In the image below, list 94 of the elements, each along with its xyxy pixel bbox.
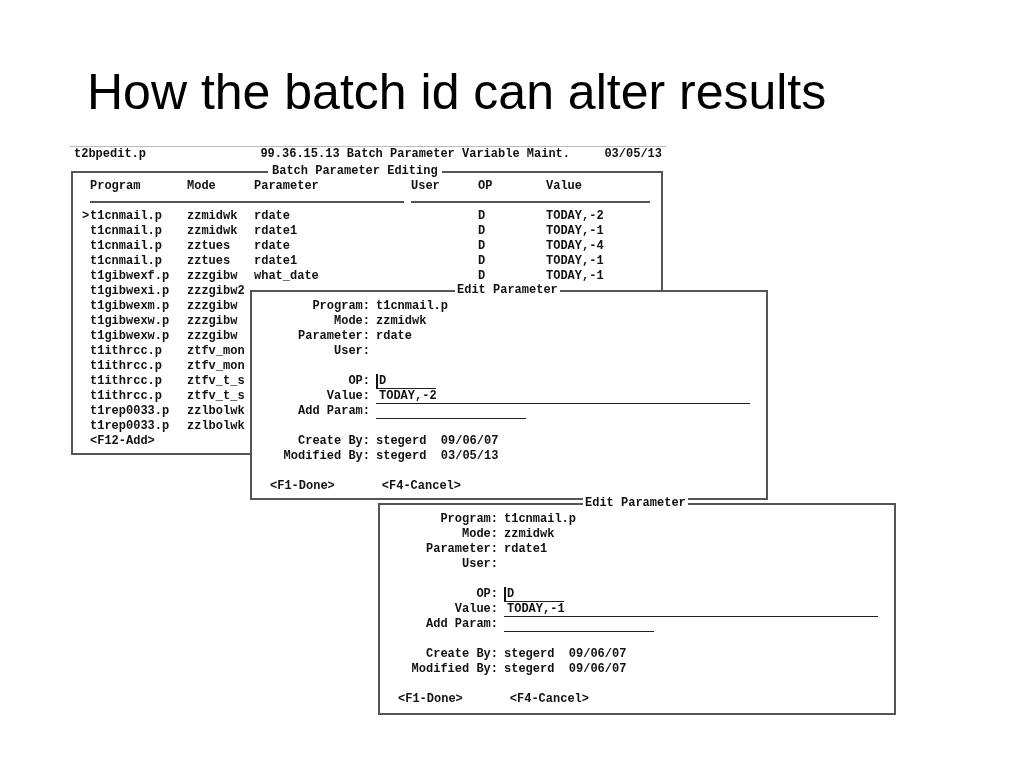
table-cell[interactable]: zzzgibw [187,314,254,329]
field-label: User: [333,344,370,359]
table-cell[interactable]: rdate1 [254,224,411,239]
screen-date: 03/05/13 [604,147,662,163]
field-label: Modified By: [410,662,498,677]
field-label: Parameter: [297,329,370,344]
table-cell[interactable]: TODAY,-2 [546,209,661,224]
table-cell[interactable]: t1cnmail.p [90,239,187,254]
column-header: Parameter [254,179,320,194]
screen-title: 99.36.15.13 Batch Parameter Variable Maint. [260,147,571,163]
field-label: Program: [439,512,498,527]
table-cell[interactable]: t1ithrcc.p [90,359,187,374]
table-cell[interactable]: what_date [254,269,411,284]
field-label: Add Param: [425,617,498,632]
table-cell[interactable]: ztfv_t_s [187,389,254,404]
table-cell[interactable]: ztfv_mon [187,359,254,374]
field-label: Parameter: [425,542,498,557]
field-label: Mode: [461,527,498,542]
field-value: stegerd 09/06/07 [376,434,499,449]
field-label: Mode: [333,314,370,329]
field-label: OP: [475,587,498,602]
row-cursor: > [82,209,90,224]
field-value: stegerd 03/05/13 [376,449,499,464]
column-header: OP [478,179,494,194]
table-cell[interactable]: t1cnmail.p [90,224,187,239]
table-cell[interactable]: rdate [254,209,411,224]
field-value: stegerd 09/06/07 [504,647,627,662]
table-cell[interactable]: t1rep0033.p [90,419,187,434]
done-button[interactable]: <F1-Done> [398,692,463,707]
table-cell[interactable]: TODAY,-4 [546,239,661,254]
table-cell[interactable]: zzlbolwk [187,404,254,419]
cancel-button[interactable]: <F4-Cancel> [509,692,590,707]
table-cell[interactable]: D [478,239,546,254]
frame-title: Batch Parameter Editing [268,164,442,179]
field-label: Modified By: [282,449,370,464]
table-cell[interactable]: t1gibwexw.p [90,314,187,329]
table-cell[interactable]: t1gibwexf.p [90,269,187,284]
column-header: User [411,179,441,194]
table-cell[interactable]: t1cnmail.p [90,209,187,224]
done-button[interactable]: <F1-Done> [270,479,335,494]
table-cell[interactable]: t1ithrcc.p [90,374,187,389]
table-cell[interactable]: zzmidwk [187,224,254,239]
field-value: stegerd 09/06/07 [504,662,627,677]
table-cell[interactable]: t1cnmail.p [90,254,187,269]
table-cell[interactable]: t1ithrcc.p [90,389,187,404]
field-label: Create By: [425,647,498,662]
table-cell[interactable]: zzzgibw [187,299,254,314]
column-header: Program [90,179,142,194]
field-label: Value: [453,602,498,617]
table-cell[interactable]: rdate1 [254,254,411,269]
field-label: Value: [325,389,370,404]
table-cell[interactable]: ztfv_t_s [187,374,254,389]
table-cell[interactable]: zzmidwk [187,209,254,224]
table-cell[interactable]: t1gibwexm.p [90,299,187,314]
table-cell[interactable]: TODAY,-1 [546,224,661,239]
table-cell[interactable]: zzzgibw [187,329,254,344]
field-value: rdate [376,329,412,344]
field-label: User: [461,557,498,572]
table-cell[interactable]: D [478,254,546,269]
table-cell[interactable]: TODAY,-1 [546,269,661,284]
input-field[interactable]: D [376,374,436,389]
field-value: rdate1 [504,542,548,557]
table-cell[interactable]: t1ithrcc.p [90,344,187,359]
table-cell[interactable]: zzlbolwk [187,419,254,434]
program-name: t2bpedit.p [74,147,146,163]
field-value: zzmidwk [376,314,427,329]
field-label: OP: [347,374,370,389]
table-cell[interactable]: TODAY,-1 [546,254,661,269]
input-field[interactable]: TODAY,-1 [504,602,878,617]
column-header: Value [546,179,583,194]
slide-title: How the batch id can alter results [87,63,827,122]
table-cell[interactable]: zztues [187,239,254,254]
table-cell[interactable]: t1gibwexi.p [90,284,187,299]
table-cell[interactable]: zzzgibw2 [187,284,254,299]
add-key-hint[interactable]: <F12-Add> [90,434,155,448]
field-label: Create By: [297,434,370,449]
table-cell[interactable]: D [478,269,546,284]
field-value: t1cnmail.p [376,299,448,314]
field-value: t1cnmail.p [504,512,576,527]
input-field[interactable]: D [504,587,564,602]
field-value: zzmidwk [504,527,555,542]
column-header: Mode [187,179,217,194]
table-cell[interactable]: D [478,224,546,239]
table-cell[interactable]: ztfv_mon [187,344,254,359]
field-label: Program: [311,299,370,314]
input-field[interactable]: TODAY,-2 [376,389,750,404]
field-label: Add Param: [297,404,370,419]
table-cell[interactable]: D [478,209,546,224]
table-cell[interactable]: t1rep0033.p [90,404,187,419]
table-cell[interactable]: zztues [187,254,254,269]
cancel-button[interactable]: <F4-Cancel> [381,479,462,494]
table-cell[interactable]: rdate [254,239,411,254]
table-cell[interactable]: t1gibwexw.p [90,329,187,344]
table-cell[interactable]: zzzgibw [187,269,254,284]
